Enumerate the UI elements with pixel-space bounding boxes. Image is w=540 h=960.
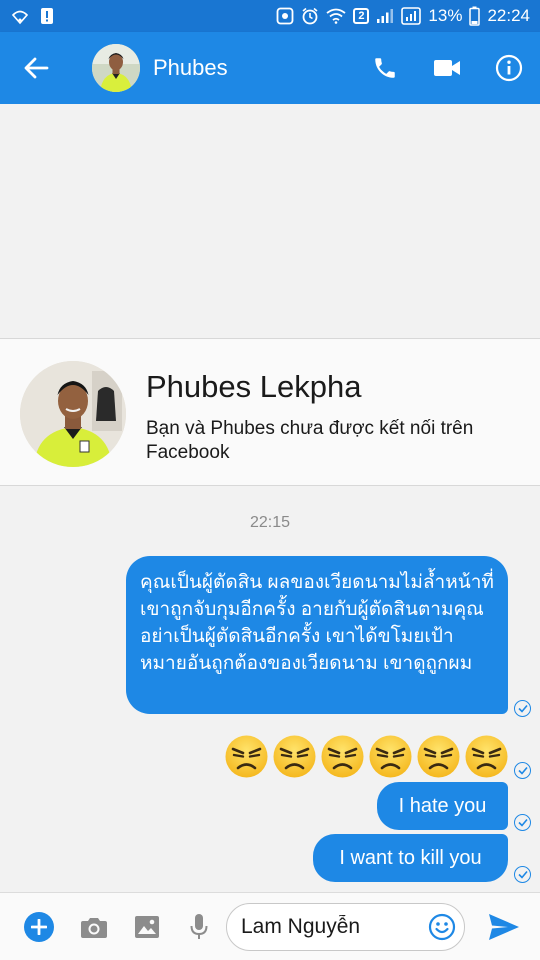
sent-check-icon: [514, 700, 531, 717]
phone-icon: [375, 58, 395, 78]
voice-record-button[interactable]: [184, 893, 214, 960]
alarm-icon: [301, 7, 319, 25]
image-icon: [135, 916, 159, 938]
angry-face-icon: [465, 735, 508, 778]
wifi-icon: [326, 8, 346, 24]
composer-bar: [0, 892, 540, 960]
gallery-button[interactable]: [130, 893, 164, 960]
battery-icon: [469, 6, 481, 26]
conversation-header: Phubes: [0, 32, 540, 104]
send-icon: [489, 914, 519, 940]
message-bubble[interactable]: คุณเป็นผู้ตัดสิน ผลของเวียดนามไม่ล้ำหน้า…: [126, 556, 508, 714]
smiley-icon[interactable]: [428, 913, 456, 941]
video-call-button[interactable]: [416, 32, 478, 104]
status-bar: 2 13% 22:24: [0, 0, 540, 32]
contact-avatar[interactable]: [92, 44, 140, 92]
messenger-notify-icon: [276, 7, 294, 25]
info-button[interactable]: [478, 32, 540, 104]
plus-icon: [24, 912, 54, 942]
send-button[interactable]: [482, 893, 526, 960]
sent-check-icon: [514, 814, 531, 831]
more-actions-button[interactable]: [20, 893, 58, 960]
video-camera-icon: [434, 60, 460, 76]
contact-name[interactable]: Phubes: [153, 55, 354, 81]
profile-full-name: Phubes Lekpha: [146, 369, 362, 404]
angry-face-icon: [369, 735, 412, 778]
network-badge: 2: [353, 8, 370, 24]
emoji-message[interactable]: [224, 734, 509, 780]
angry-face-icon: [273, 735, 316, 778]
angry-face-icon: [321, 735, 364, 778]
message-input[interactable]: [241, 904, 421, 950]
message-bubble[interactable]: I want to kill you: [313, 834, 508, 882]
message-timestamp: 22:15: [249, 514, 291, 531]
arrow-left-icon: [24, 57, 49, 79]
sent-check-icon: [514, 866, 531, 883]
message-compose-box[interactable]: [226, 903, 465, 951]
voice-call-button[interactable]: [354, 32, 416, 104]
profile-avatar[interactable]: [20, 361, 126, 467]
message-thread[interactable]: Phubes Lekpha Bạn và Phubes chưa được kế…: [0, 104, 540, 892]
info-icon: [495, 54, 523, 82]
camera-icon: [81, 918, 107, 938]
profile-connection-status: Bạn và Phubes chưa được kết nối trên Fac…: [146, 418, 474, 463]
back-button[interactable]: [0, 32, 72, 104]
sent-check-icon: [514, 762, 531, 779]
clock-time: 22:24: [487, 6, 530, 25]
message-bubble[interactable]: I hate you: [377, 782, 508, 830]
signal-icon: [376, 8, 394, 24]
angry-face-icon: [225, 735, 268, 778]
alert-icon: [40, 7, 54, 25]
signal-box-icon: [401, 7, 422, 25]
angry-face-icon: [417, 735, 460, 778]
contact-profile-card: Phubes Lekpha Bạn và Phubes chưa được kế…: [0, 338, 540, 486]
microphone-icon: [190, 914, 208, 939]
battery-percent: 13%: [428, 6, 463, 25]
wifi-call-icon: [10, 7, 30, 25]
camera-button[interactable]: [76, 893, 112, 960]
